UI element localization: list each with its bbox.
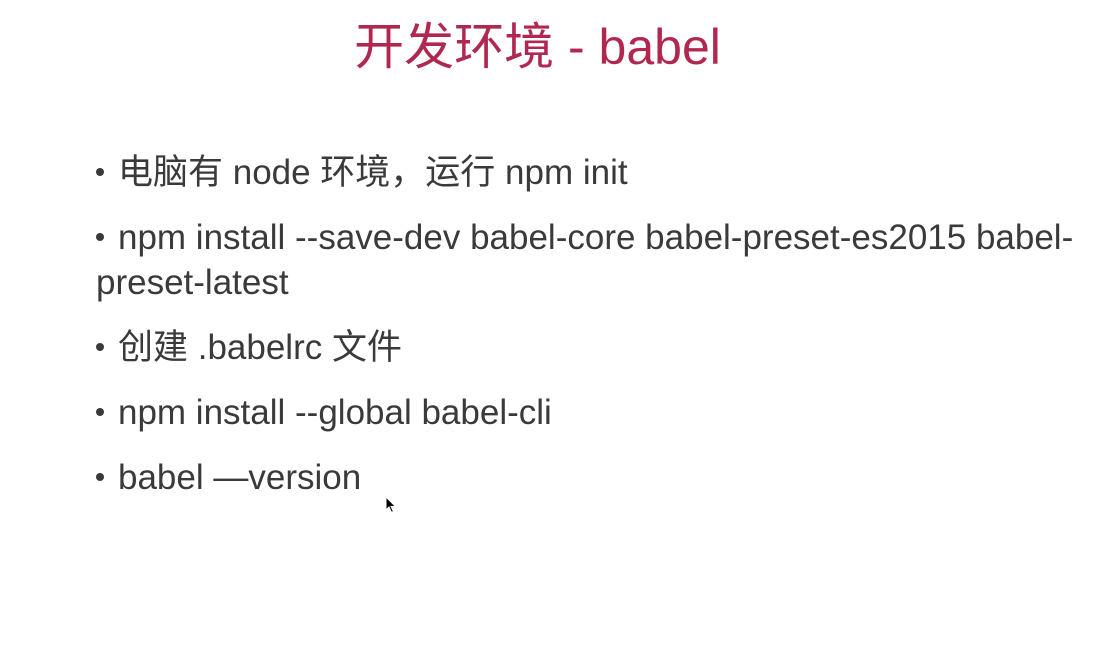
bullet-list: 电脑有 node 环境，运行 npm init npm install --sa… bbox=[96, 150, 1086, 520]
slide-title: 开发环境 - babel bbox=[354, 19, 721, 75]
bullet-text: babel —version bbox=[118, 458, 362, 497]
bullet-item: 创建 .babelrc 文件 bbox=[96, 325, 1086, 370]
bullet-item: babel —version bbox=[96, 455, 1086, 500]
bullet-dot-icon bbox=[96, 342, 104, 351]
bullet-text: 创建 .babelrc 文件 bbox=[118, 328, 402, 367]
bullet-item: 电脑有 node 环境，运行 npm init bbox=[96, 150, 1086, 195]
bullet-dot-icon bbox=[96, 232, 104, 241]
bullet-text: 电脑有 node 环境，运行 npm init bbox=[118, 153, 628, 192]
bullet-item: npm install --global babel-cli bbox=[96, 390, 1086, 435]
bullet-dot-icon bbox=[96, 407, 104, 416]
mouse-pointer-icon bbox=[385, 496, 397, 514]
slide: 开发环境 - babel 电脑有 node 环境，运行 npm init npm… bbox=[0, 0, 1105, 645]
bullet-item: npm install --save-dev babel-core babel-… bbox=[96, 215, 1086, 305]
bullet-text: npm install --save-dev babel-core babel-… bbox=[96, 218, 1074, 302]
bullet-text: npm install --global babel-cli bbox=[118, 393, 552, 432]
bullet-dot-icon bbox=[96, 167, 104, 176]
bullet-dot-icon bbox=[96, 472, 104, 481]
